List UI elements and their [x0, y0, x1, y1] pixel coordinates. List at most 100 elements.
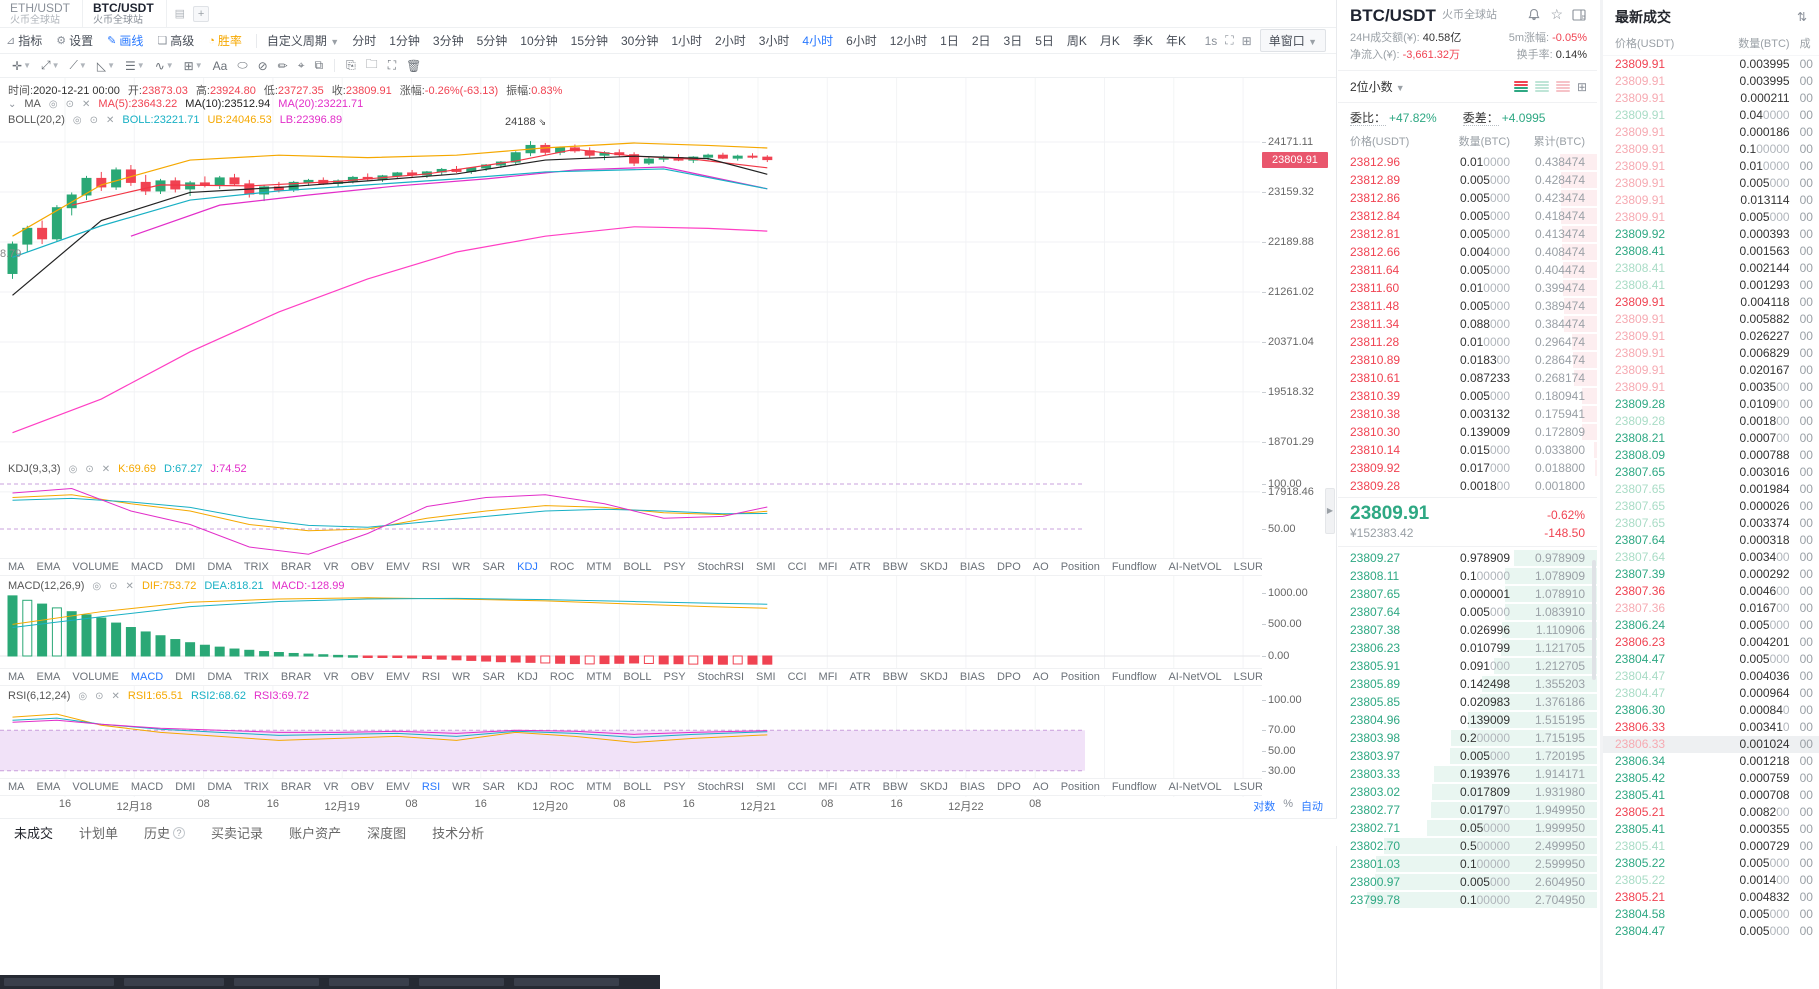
visibility-icon[interactable]: ◎ — [49, 99, 58, 110]
indicator-tab-KDJ[interactable]: KDJ — [517, 671, 538, 683]
indicator-tab-SAR[interactable]: SAR — [482, 671, 505, 683]
indicator-tab-DPO[interactable]: DPO — [997, 671, 1021, 683]
window-mode-button[interactable]: 单窗口 ▼ — [1259, 29, 1326, 52]
book-view-bids-icon[interactable] — [1534, 80, 1549, 93]
bid-row[interactable]: 23807.64 0.005000 1.083910 — [1338, 603, 1597, 621]
period-2小时[interactable]: 2小时 — [715, 32, 746, 49]
indicator-tab-VR[interactable]: VR — [323, 561, 338, 573]
indicator-tab-DMI[interactable]: DMI — [175, 781, 195, 793]
indicator-tab-VOLUME[interactable]: VOLUME — [72, 671, 118, 683]
module-tab-账户资产[interactable]: 账户资产 — [289, 823, 341, 842]
book-view-asks-icon[interactable] — [1555, 80, 1570, 93]
indicator-tab-BRAR[interactable]: BRAR — [281, 671, 312, 683]
module-tab-技术分析[interactable]: 技术分析 — [432, 823, 484, 842]
module-tab-未成交[interactable]: 未成交 — [14, 823, 53, 842]
trade-row[interactable]: 23807.65 0.001984 00 — [1603, 481, 1819, 498]
indicator-tab-MFI[interactable]: MFI — [819, 781, 838, 793]
period-3小时[interactable]: 3小时 — [759, 32, 790, 49]
indicator-tab-SKDJ[interactable]: SKDJ — [920, 561, 948, 573]
period-6小时[interactable]: 6小时 — [846, 32, 877, 49]
indicator-tab-Position[interactable]: Position — [1061, 561, 1100, 573]
angle-tool[interactable]: ◺ ▼ — [93, 58, 119, 74]
trade-row[interactable]: 23806.30 0.000840 00 — [1603, 702, 1819, 719]
ask-row[interactable]: 23812.86 0.005000 0.423474 — [1338, 189, 1597, 207]
pencil-tool[interactable]: ✏ — [274, 58, 292, 74]
visibility-icon[interactable]: ◎ — [73, 115, 82, 126]
indicator-tab-LSUR[interactable]: LSUR — [1234, 561, 1262, 573]
indicator-tab-AI-NetVOL[interactable]: AI-NetVOL — [1168, 561, 1221, 573]
trade-row[interactable]: 23805.21 0.004832 00 — [1603, 889, 1819, 906]
indicator-tab-ATR[interactable]: ATR — [849, 781, 870, 793]
bid-row[interactable]: 23805.89 0.142498 1.355203 — [1338, 675, 1597, 693]
ask-row[interactable]: 23811.28 0.010000 0.296474 — [1338, 333, 1597, 351]
indicator-tab-SMI[interactable]: SMI — [756, 671, 776, 683]
trade-row[interactable]: 23809.91 0.003995 00 — [1603, 73, 1819, 90]
period-分时[interactable]: 分时 — [352, 32, 376, 49]
toolbar-button-设置[interactable]: ⚙ 设置 — [56, 32, 93, 49]
trade-row[interactable]: 23809.91 0.005882 00 — [1603, 311, 1819, 328]
indicator-tab-CCI[interactable]: CCI — [788, 781, 807, 793]
trade-row[interactable]: 23807.65 0.003016 00 — [1603, 464, 1819, 481]
period-5分钟[interactable]: 5分钟 — [477, 32, 508, 49]
toolbar-button-画线[interactable]: ✎ 画线 — [107, 32, 143, 49]
settings-icon[interactable]: ⊙ — [85, 464, 93, 475]
trade-row[interactable]: 23809.91 0.006829 00 — [1603, 345, 1819, 362]
indicator-tab-PSY[interactable]: PSY — [664, 781, 686, 793]
indicator-tab-EMA[interactable]: EMA — [37, 781, 61, 793]
period-月K[interactable]: 月K — [1100, 32, 1120, 49]
period-1小时[interactable]: 1小时 — [671, 32, 702, 49]
indicator-tab-MTM[interactable]: MTM — [586, 781, 611, 793]
indicator-tab-RSI[interactable]: RSI — [422, 671, 440, 683]
indicator-tab-EMA[interactable]: EMA — [37, 671, 61, 683]
indicator-tab-BOLL[interactable]: BOLL — [623, 781, 651, 793]
indicator-tab-MA[interactable]: MA — [8, 561, 25, 573]
indicator-tab-OBV[interactable]: OBV — [351, 561, 374, 573]
bid-row[interactable]: 23803.97 0.005000 1.720195 — [1338, 747, 1597, 765]
ask-row[interactable]: 23811.34 0.088000 0.384474 — [1338, 315, 1597, 333]
log-scale-toggle[interactable]: 对数 — [1253, 798, 1275, 814]
indicator-tab-ROC[interactable]: ROC — [550, 561, 574, 573]
visibility-icon[interactable]: ◎ — [78, 691, 87, 702]
indicator-tab-AI-NetVOL[interactable]: AI-NetVOL — [1168, 781, 1221, 793]
trade-row[interactable]: 23805.41 0.000729 00 — [1603, 838, 1819, 855]
period-1分钟[interactable]: 1分钟 — [389, 32, 420, 49]
indicator-tab-DPO[interactable]: DPO — [997, 781, 1021, 793]
indicator-tab-LSUR[interactable]: LSUR — [1234, 781, 1262, 793]
indicator-tab-AO[interactable]: AO — [1033, 671, 1049, 683]
ask-row[interactable]: 23812.96 0.010000 0.438474 — [1338, 153, 1597, 171]
indicator-tab-ROC[interactable]: ROC — [550, 671, 574, 683]
settings-icon[interactable]: ⊙ — [95, 691, 103, 702]
trade-row[interactable]: 23809.91 0.026227 00 — [1603, 328, 1819, 345]
line-tool[interactable]: ⤢ ▼ — [37, 57, 64, 74]
indicator-tab-Fundflow[interactable]: Fundflow — [1112, 781, 1157, 793]
trade-row[interactable]: 23809.91 0.000211 00 — [1603, 90, 1819, 107]
trade-row[interactable]: 23809.91 0.005000 00 — [1603, 209, 1819, 226]
indicator-tab-MFI[interactable]: MFI — [819, 671, 838, 683]
indicator-tab-WR[interactable]: WR — [452, 781, 470, 793]
indicator-tab-ROC[interactable]: ROC — [550, 781, 574, 793]
bid-row[interactable]: 23807.65 0.000001 1.078910 — [1338, 585, 1597, 603]
scrollbar[interactable] — [1592, 560, 1596, 680]
ask-row[interactable]: 23811.48 0.005000 0.389474 — [1338, 297, 1597, 315]
trade-row[interactable]: 23809.91 0.004118 00 — [1603, 294, 1819, 311]
close-icon[interactable]: ✕ — [102, 464, 110, 475]
ellipse-tool[interactable]: ⬭ — [233, 57, 251, 74]
ask-row[interactable]: 23811.64 0.005000 0.404474 — [1338, 261, 1597, 279]
trade-row[interactable]: 23806.23 0.004201 00 — [1603, 634, 1819, 651]
indicator-tab-BBW[interactable]: BBW — [883, 781, 908, 793]
indicator-tab-EMV[interactable]: EMV — [386, 671, 410, 683]
indicator-tab-Fundflow[interactable]: Fundflow — [1112, 561, 1157, 573]
period-12小时[interactable]: 12小时 — [890, 32, 927, 49]
trendline-tool[interactable]: ⟋ ▼ — [66, 57, 91, 74]
trade-row[interactable]: 23808.41 0.001293 00 — [1603, 277, 1819, 294]
indicator-tab-TRIX[interactable]: TRIX — [244, 671, 269, 683]
trade-row[interactable]: 23809.91 0.013114 00 — [1603, 192, 1819, 209]
ask-row[interactable]: 23810.38 0.003132 0.175941 — [1338, 405, 1597, 423]
indicator-tab-ATR[interactable]: ATR — [849, 671, 870, 683]
indicator-tab-BOLL[interactable]: BOLL — [623, 561, 651, 573]
pair-tab-btcusdt[interactable]: BTC/USDT 火币全球站 — [83, 0, 167, 27]
close-icon[interactable]: ✕ — [126, 581, 134, 592]
indicator-tab-BIAS[interactable]: BIAS — [960, 781, 985, 793]
period-3日[interactable]: 3日 — [1004, 32, 1023, 49]
indicator-tab-Fundflow[interactable]: Fundflow — [1112, 671, 1157, 683]
